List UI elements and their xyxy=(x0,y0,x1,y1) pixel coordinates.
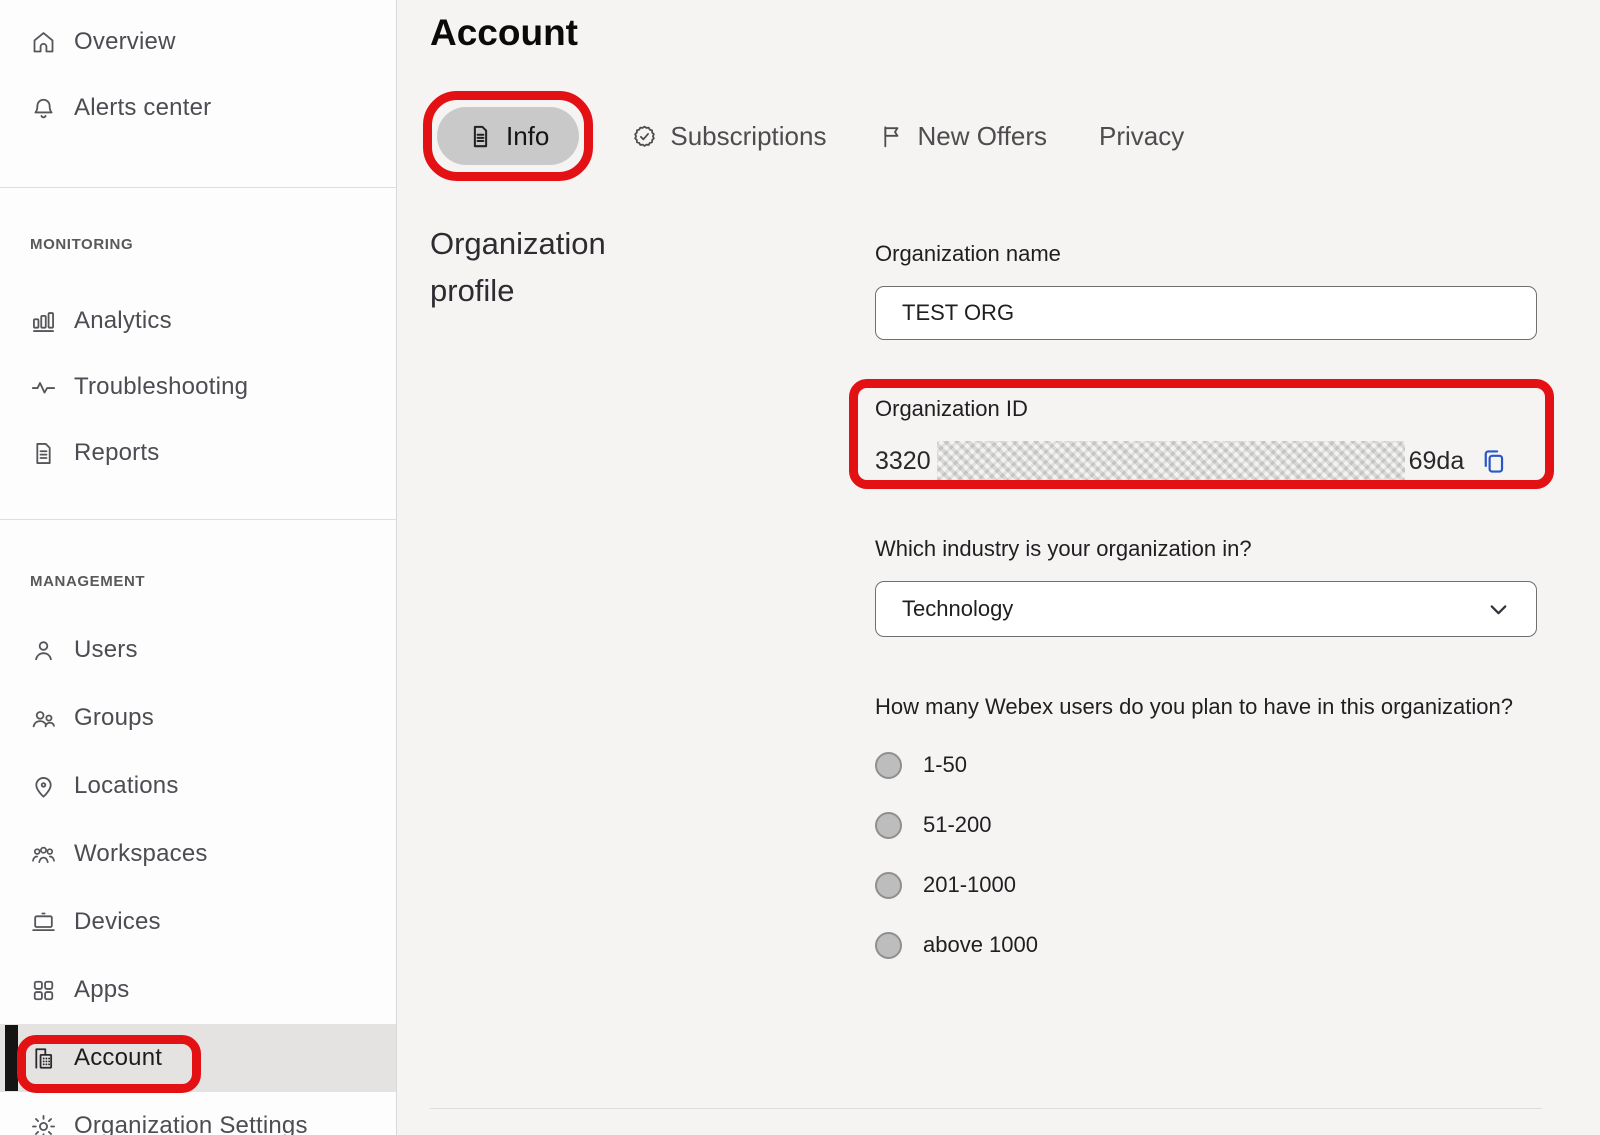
radio-button-icon[interactable] xyxy=(875,872,902,899)
sidebar-item-locations[interactable]: Locations xyxy=(0,752,396,820)
sidebar-item-label: Users xyxy=(74,636,138,664)
org-id-suffix: 69da xyxy=(1409,447,1465,476)
radio-option-201-1000[interactable]: 201-1000 xyxy=(875,855,1537,915)
tab-bar: Info Subscriptions New Offers Privacy xyxy=(437,107,1184,165)
gear-icon xyxy=(30,1113,57,1135)
sidebar-item-label: Troubleshooting xyxy=(74,373,248,401)
sidebar-item-analytics[interactable]: Analytics xyxy=(0,288,396,354)
two-users-icon xyxy=(30,705,57,732)
sidebar-item-groups[interactable]: Groups xyxy=(0,684,396,752)
sidebar-item-label: Analytics xyxy=(74,307,172,335)
chevron-down-icon xyxy=(1485,596,1512,623)
radio-label: 51-200 xyxy=(923,812,992,838)
industry-label: Which industry is your organization in? xyxy=(875,535,1537,563)
org-id-label: Organization ID xyxy=(875,395,1537,423)
sidebar-item-label: Alerts center xyxy=(74,94,211,122)
industry-select[interactable]: Technology xyxy=(875,581,1537,637)
tab-label: Privacy xyxy=(1099,121,1184,152)
org-name-field: Organization name xyxy=(875,240,1537,340)
active-indicator-bar xyxy=(5,1025,18,1091)
radio-label: 1-50 xyxy=(923,752,967,778)
sidebar-item-apps[interactable]: Apps xyxy=(0,956,396,1024)
radio-label: 201-1000 xyxy=(923,872,1016,898)
sidebar-item-reports[interactable]: Reports xyxy=(0,420,396,486)
organization-profile-form: Organization name Organization ID 3320 6… xyxy=(875,240,1537,975)
sidebar-section-management: MANAGEMENT xyxy=(0,570,396,594)
org-id-section: Organization ID 3320 69da xyxy=(875,395,1537,483)
section-divider xyxy=(430,1108,1542,1109)
report-document-icon xyxy=(30,440,57,467)
radio-button-icon[interactable] xyxy=(875,812,902,839)
industry-field: Which industry is your organization in? … xyxy=(875,535,1537,637)
badge-check-icon xyxy=(631,123,658,150)
sidebar-item-users[interactable]: Users xyxy=(0,616,396,684)
sidebar-item-organization-settings[interactable]: Organization Settings xyxy=(0,1092,396,1135)
bar-chart-icon xyxy=(30,308,57,335)
radio-button-icon[interactable] xyxy=(875,932,902,959)
radio-option-1-50[interactable]: 1-50 xyxy=(875,735,1537,795)
org-name-label: Organization name xyxy=(875,240,1537,268)
pulse-icon xyxy=(30,374,57,401)
tab-label: Info xyxy=(506,121,549,152)
radio-option-above-1000[interactable]: above 1000 xyxy=(875,915,1537,975)
sidebar-item-overview[interactable]: Overview xyxy=(0,9,396,75)
laptop-icon xyxy=(30,909,57,936)
org-id-prefix: 3320 xyxy=(875,447,931,476)
sidebar-item-label: Organization Settings xyxy=(74,1112,308,1135)
webex-control-hub-screen: Overview Alerts center MONITORING Analyt… xyxy=(0,0,1600,1135)
org-name-input[interactable] xyxy=(875,286,1537,340)
industry-selected-value: Technology xyxy=(902,596,1013,622)
organization-profile-heading: Organization profile xyxy=(430,220,690,314)
grid-icon xyxy=(30,977,57,1004)
document-icon xyxy=(467,123,494,150)
copy-icon[interactable] xyxy=(1478,446,1509,477)
people-group-icon xyxy=(30,841,57,868)
sidebar-item-alerts-center[interactable]: Alerts center xyxy=(0,75,396,141)
sidebar-item-label: Overview xyxy=(74,28,176,56)
page-title: Account xyxy=(430,12,578,54)
user-icon xyxy=(30,637,57,664)
main-content: Account Info Subscriptions New Offers xyxy=(398,0,1600,1135)
tab-privacy[interactable]: Privacy xyxy=(1099,121,1184,152)
sidebar-item-label: Account xyxy=(74,1044,162,1072)
sidebar-divider xyxy=(0,187,396,188)
sidebar-item-devices[interactable]: Devices xyxy=(0,888,396,956)
home-icon xyxy=(30,29,57,56)
sidebar-item-label: Groups xyxy=(74,704,154,732)
radio-label: above 1000 xyxy=(923,932,1038,958)
sidebar-divider xyxy=(0,519,396,520)
org-id-value: 3320 69da xyxy=(875,439,1537,483)
bell-icon xyxy=(30,95,57,122)
tab-info[interactable]: Info xyxy=(437,107,579,165)
radio-option-51-200[interactable]: 51-200 xyxy=(875,795,1537,855)
sidebar-item-label: Reports xyxy=(74,439,159,467)
flag-icon xyxy=(878,123,905,150)
sidebar-item-troubleshooting[interactable]: Troubleshooting xyxy=(0,354,396,420)
user-count-options: 1-50 51-200 201-1000 above 1000 xyxy=(875,735,1537,975)
sidebar-item-label: Locations xyxy=(74,772,179,800)
radio-button-icon[interactable] xyxy=(875,752,902,779)
org-id-redacted-blur xyxy=(937,441,1405,481)
buildings-icon xyxy=(30,1045,57,1072)
tab-label: Subscriptions xyxy=(670,121,826,152)
tab-subscriptions[interactable]: Subscriptions xyxy=(631,121,826,152)
sidebar-item-label: Devices xyxy=(74,908,161,936)
tab-new-offers[interactable]: New Offers xyxy=(878,121,1047,152)
sidebar-item-label: Workspaces xyxy=(74,840,208,868)
tab-label: New Offers xyxy=(917,121,1047,152)
sidebar: Overview Alerts center MONITORING Analyt… xyxy=(0,0,397,1135)
map-pin-icon xyxy=(30,773,57,800)
sidebar-section-monitoring: MONITORING xyxy=(0,233,396,257)
sidebar-item-label: Apps xyxy=(74,976,130,1004)
sidebar-item-account[interactable]: Account xyxy=(0,1024,396,1092)
user-count-question: How many Webex users do you plan to have… xyxy=(875,687,1520,727)
sidebar-item-workspaces[interactable]: Workspaces xyxy=(0,820,396,888)
